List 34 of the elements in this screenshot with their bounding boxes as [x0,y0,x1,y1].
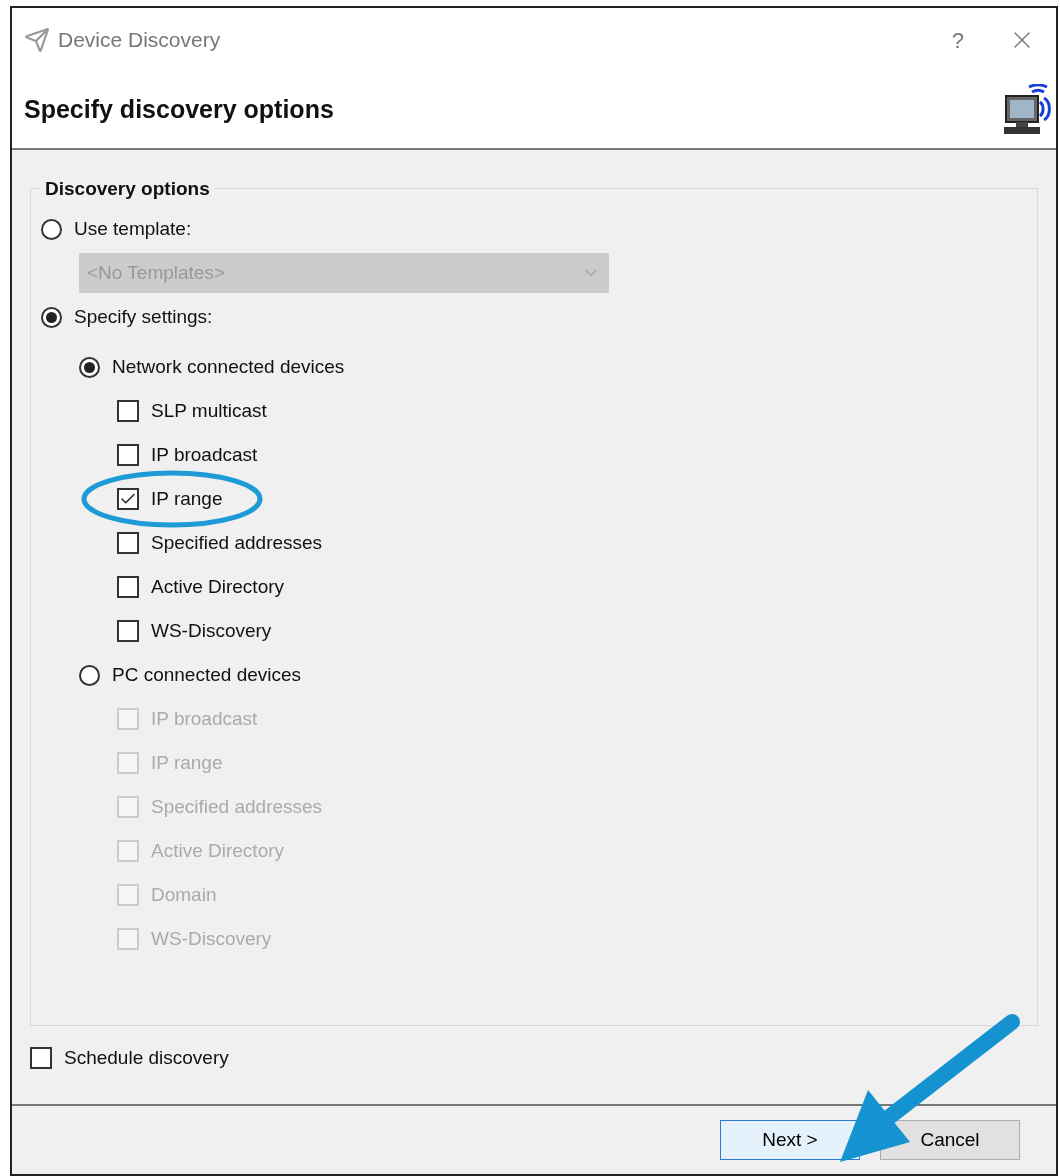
checkbox-label: Specified addresses [151,530,323,555]
checkbox[interactable] [117,400,139,422]
checkbox-label: IP range [151,750,223,775]
checkbox-label: Domain [151,882,217,907]
checkbox-label: IP broadcast [151,442,258,467]
checkbox-label: Active Directory [151,574,285,599]
radio-button[interactable] [79,356,100,378]
radio-label: Network connected devices [112,354,345,379]
dialog-button[interactable]: Next > [720,1120,860,1160]
radio-button[interactable] [41,306,62,328]
radio-button[interactable] [41,218,62,240]
paper-plane-icon [24,27,50,53]
checkbox-label: Specified addresses [151,794,323,819]
checkbox-label: WS-Discovery [151,618,272,643]
page-heading: Specify discovery options [24,94,334,126]
window-title: Device Discovery [58,27,221,54]
help-button[interactable]: ? [939,23,976,57]
radio-label: Specify settings: [74,304,213,329]
computer-icon [1002,84,1052,136]
checkbox[interactable] [117,532,139,554]
checkbox[interactable] [30,1047,52,1069]
checkbox-label: WS-Discovery [151,926,272,951]
checkbox-label: Schedule discovery [64,1045,229,1070]
radio-label: PC connected devices [112,662,302,687]
checkbox-label: Active Directory [151,838,285,863]
checkbox[interactable] [117,444,139,466]
radio-label: Use template: [74,216,192,241]
checkbox-label: IP range [151,486,223,511]
checkbox-label: SLP multicast [151,398,267,423]
checkbox-label: IP broadcast [151,706,258,731]
checkbox[interactable] [117,488,139,510]
checkbox[interactable] [117,576,139,598]
radio-button[interactable] [79,664,100,686]
checkbox[interactable] [117,620,139,642]
